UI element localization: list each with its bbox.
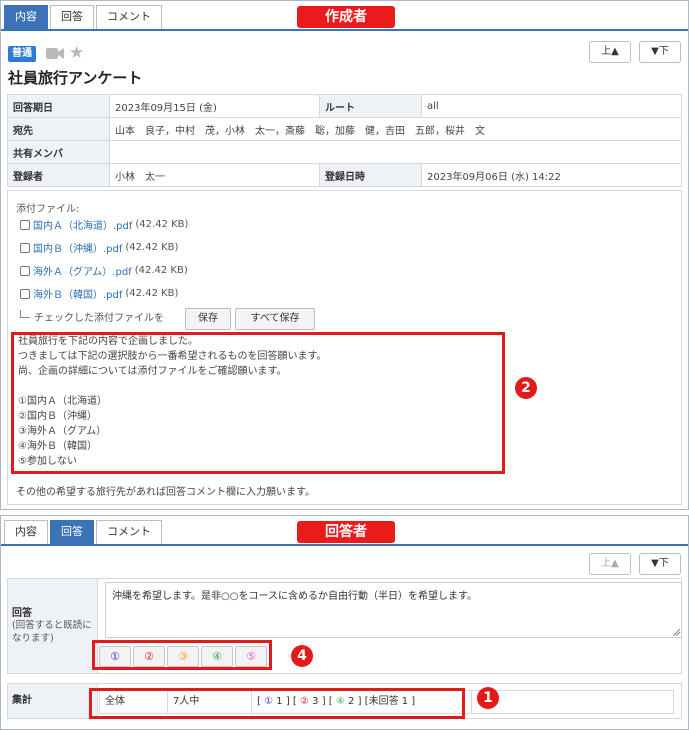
attachment-row: 国内Ａ（北海道）.pdf (42.42 KB) <box>20 217 188 232</box>
message-line: ④海外Ｂ（韓国） <box>18 441 97 452</box>
deadline-value: 2023年09月15日 (金) <box>109 94 320 118</box>
attachment-checkbox[interactable] <box>20 288 30 299</box>
save-all-button[interactable]: すべて保存 <box>235 308 315 330</box>
registrant-value: 小林 太一 <box>109 163 320 187</box>
message-line: ③海外Ａ（グアム） <box>18 426 107 437</box>
role-badge-responder: 回答者 <box>297 521 395 543</box>
shared-members-value <box>109 140 682 164</box>
choice-button-5[interactable]: ⑤ <box>235 646 267 667</box>
attachment-link[interactable]: 海外Ａ（グアム）.pdf <box>33 263 132 278</box>
tally-label: 集計 <box>8 684 98 718</box>
choice-button-2[interactable]: ② <box>133 646 165 667</box>
next-button[interactable]: ▼下 <box>639 41 681 63</box>
tab-bar: 内容 回答 コメント <box>4 520 164 544</box>
recipients-value: 山本 良子，中村 茂，小林 太一，斎藤 聡，加藤 健，吉田 五郎，桜井 文 <box>109 117 682 141</box>
attachments-heading: 添付ファイル: <box>16 204 80 215</box>
attachment-checkbox[interactable] <box>20 242 30 253</box>
prev-button[interactable]: 上▲ <box>589 553 631 575</box>
priority-badge: 普通 <box>8 46 36 62</box>
info-table: 回答期日 2023年09月15日 (金) ルート all 宛先 山本 良子，中村… <box>7 94 682 187</box>
creator-panel: 内容 回答 コメント 作成者 上▲ ▼下 普通 ★ 社員旅行アンケート 回答期日… <box>0 0 689 510</box>
choice-button-4[interactable]: ④ <box>201 646 233 667</box>
message-line: ②国内Ｂ（沖縄） <box>18 411 97 422</box>
closing-note: その他の希望する旅行先があれば回答コメント欄に入力願います。 <box>16 487 315 498</box>
tab-answer[interactable]: 回答 <box>50 520 94 544</box>
answer-label-cell: 回答 (回答すると既読になります) <box>8 579 98 673</box>
save-note: チェックした添付ファイルを <box>20 309 164 324</box>
page-title: 社員旅行アンケート <box>8 69 143 87</box>
message-body: 添付ファイル: 国内Ａ（北海道）.pdf (42.42 KB) 国内Ｂ（沖縄）.… <box>7 190 682 505</box>
attachment-link[interactable]: 海外Ｂ（韓国）.pdf <box>33 286 122 301</box>
annotation-box-choices: ① ② ③ ④ ⑤ <box>92 640 272 670</box>
answer-label: 回答 <box>12 608 32 619</box>
tree-connector-icon <box>20 309 30 318</box>
attachment-row: 国内Ｂ（沖縄）.pdf (42.42 KB) <box>20 240 178 255</box>
attachment-row: 海外Ｂ（韓国）.pdf (42.42 KB) <box>20 286 178 301</box>
attachment-size: (42.42 KB) <box>134 265 188 276</box>
attachment-size: (42.42 KB) <box>125 288 179 299</box>
answer-hint: (回答すると既読になります) <box>12 620 92 644</box>
video-camera-icon[interactable] <box>46 47 64 60</box>
next-button[interactable]: ▼下 <box>639 553 681 575</box>
star-icon[interactable]: ★ <box>69 43 84 63</box>
attachment-checkbox[interactable] <box>20 265 30 276</box>
attachment-size: (42.42 KB) <box>125 242 179 253</box>
choice-button-1[interactable]: ① <box>99 646 131 667</box>
message-line: つきましては下記の選択肢から一番希望されるものを回答願います。 <box>18 351 327 362</box>
prev-button[interactable]: 上▲ <box>589 41 631 63</box>
shared-members-label: 共有メンバ <box>7 140 110 164</box>
resize-handle-icon[interactable] <box>673 629 680 636</box>
tab-comment[interactable]: コメント <box>96 520 162 544</box>
annotation-marker-1: 1 <box>477 687 499 709</box>
message-text: 社員旅行を下記の内容で企画しました。 つきましては下記の選択肢から一番希望される… <box>14 332 331 471</box>
attachment-size: (42.42 KB) <box>135 219 189 230</box>
save-button[interactable]: 保存 <box>185 308 231 330</box>
answer-comment-text: 沖縄を希望します。是非○○をコースに含めるか自由行動（半日）を希望します。 <box>112 591 477 602</box>
attachment-checkbox[interactable] <box>20 219 30 230</box>
recipients-label: 宛先 <box>7 117 110 141</box>
attachment-link[interactable]: 国内Ａ（北海道）.pdf <box>33 217 132 232</box>
tab-bar: 内容 回答 コメント <box>4 5 164 29</box>
message-line: 尚、企画の詳細については添付ファイルをご確認願います。 <box>18 366 287 377</box>
choice-button-3[interactable]: ③ <box>167 646 199 667</box>
answer-comment-field[interactable]: 沖縄を希望します。是非○○をコースに含めるか自由行動（半日）を希望します。 <box>105 582 682 638</box>
tab-underline <box>1 544 688 546</box>
registrant-label: 登録者 <box>7 163 110 187</box>
message-line <box>18 379 327 394</box>
attachment-link[interactable]: 国内Ｂ（沖縄）.pdf <box>33 240 122 255</box>
message-line: 社員旅行を下記の内容で企画しました。 <box>18 336 198 347</box>
responder-panel: 内容 回答 コメント 回答者 上▲ ▼下 回答 (回答すると既読になります) 沖… <box>0 515 689 730</box>
tab-content[interactable]: 内容 <box>4 5 48 29</box>
message-line: ⑤参加しない <box>18 456 77 467</box>
message-line: ①国内Ａ（北海道） <box>18 396 107 407</box>
annotation-marker-2: 2 <box>515 377 537 399</box>
route-label: ルート <box>319 94 422 118</box>
tab-answer[interactable]: 回答 <box>50 5 94 29</box>
route-value: all <box>421 94 682 118</box>
deadline-label: 回答期日 <box>7 94 110 118</box>
save-note-text: チェックした添付ファイルを <box>34 313 164 324</box>
tab-underline <box>1 29 688 31</box>
registered-at-value: 2023年09月06日 (水) 14:22 <box>421 163 682 187</box>
attachment-row: 海外Ａ（グアム）.pdf (42.42 KB) <box>20 263 188 278</box>
role-badge-creator: 作成者 <box>297 6 395 28</box>
tab-content[interactable]: 内容 <box>4 520 48 544</box>
annotation-box-tally <box>89 688 465 719</box>
registered-at-label: 登録日時 <box>319 163 422 187</box>
tab-comment[interactable]: コメント <box>96 5 162 29</box>
annotation-marker-4: 4 <box>291 645 313 667</box>
